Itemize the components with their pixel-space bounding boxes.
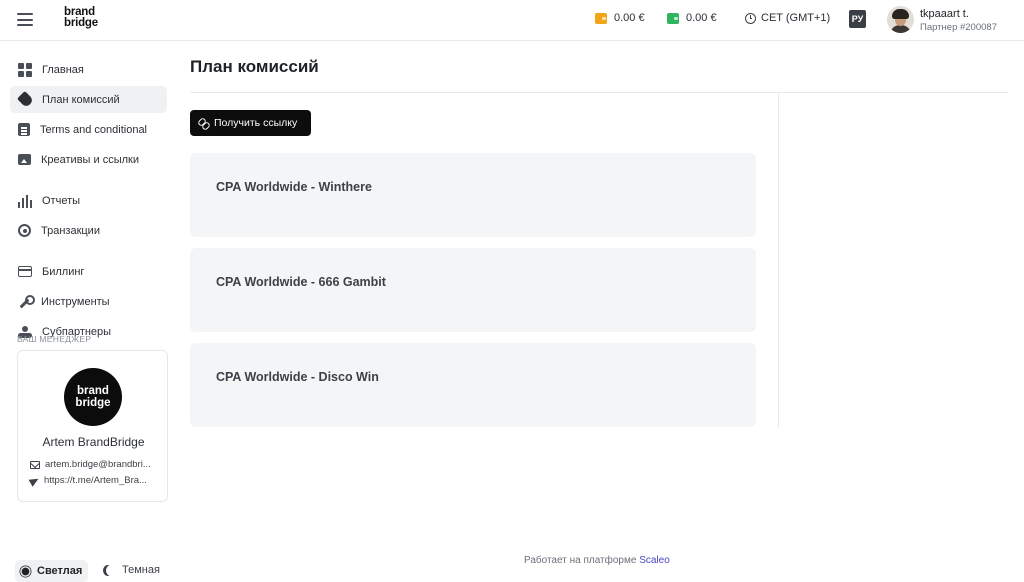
sidebar-item-terms[interactable]: Terms and conditional (10, 116, 167, 143)
footer: Работает на платформе Scaleo (524, 555, 670, 566)
wallet-balance-1[interactable]: 0.00 € (595, 12, 645, 24)
sidebar-item-label: Креативы и ссылки (41, 153, 139, 166)
manager-logo-line-2: bridge (75, 397, 111, 409)
sidebar-item-label: Главная (42, 63, 84, 76)
footer-text: Работает на платформе (524, 555, 637, 566)
credit-card-icon (18, 266, 32, 277)
manager-telegram-text: https://t.me/Artem_Bra... (44, 475, 147, 486)
plan-card[interactable]: CPA Worldwide - 666 Gambit (190, 248, 756, 332)
sidebar-item-creatives[interactable]: Креативы и ссылки (10, 146, 167, 173)
page-title: План комиссий (190, 57, 319, 76)
wallet-amount: 0.00 € (614, 12, 645, 24)
theme-dark-label: Темная (122, 564, 160, 576)
clock-icon (745, 12, 756, 24)
manager-logo: brand bridge (64, 368, 122, 426)
image-icon (18, 154, 31, 165)
user-partner-id: Партнер #200087 (920, 22, 997, 33)
document-icon (18, 123, 30, 136)
telegram-icon (28, 474, 41, 487)
menu-icon[interactable] (17, 13, 33, 26)
plan-card[interactable]: CPA Worldwide - Disco Win (190, 343, 756, 427)
get-link-button[interactable]: Получить ссылку (190, 110, 311, 136)
theme-light-button[interactable]: Светлая (15, 560, 89, 582)
get-link-label: Получить ссылку (214, 117, 298, 129)
sidebar-item-commission-plan[interactable]: План комиссий (10, 86, 167, 113)
plan-title: CPA Worldwide - Disco Win (216, 370, 379, 384)
language-switcher[interactable]: РУ (849, 10, 866, 28)
manager-email[interactable]: artem.bridge@brandbri... (30, 459, 151, 470)
mail-icon (30, 460, 40, 469)
top-header: brand bridge 0.00 € 0.00 € CET (GMT+1) Р… (0, 0, 1024, 41)
dashboard-icon (18, 62, 32, 77)
theme-light-label: Светлая (37, 565, 83, 577)
timezone-label: CET (GMT+1) (761, 12, 831, 24)
sidebar-item-label: Биллинг (42, 265, 85, 278)
sun-icon (21, 567, 30, 575)
plan-title: CPA Worldwide - 666 Gambit (216, 275, 386, 289)
brand-logo[interactable]: brand bridge (64, 6, 98, 29)
manager-telegram[interactable]: https://t.me/Artem_Bra... (28, 474, 147, 487)
wallet-amount: 0.00 € (686, 12, 717, 24)
bar-chart-icon (18, 194, 32, 208)
target-icon (18, 224, 31, 237)
sidebar-item-label: Отчеты (42, 194, 81, 207)
theme-dark-button[interactable]: Темная (103, 564, 160, 576)
wallet-icon (667, 12, 679, 24)
sidebar-item-label: Terms and conditional (40, 123, 148, 136)
plan-card[interactable]: CPA Worldwide - Winthere (190, 153, 756, 237)
sidebar-item-label: Транзакции (41, 224, 100, 237)
sidebar-item-transactions[interactable]: Транзакции (10, 217, 167, 244)
wallet-icon (595, 12, 607, 24)
sidebar-item-home[interactable]: Главная (10, 56, 167, 83)
manager-email-text: artem.bridge@brandbri... (45, 459, 151, 470)
timezone[interactable]: CET (GMT+1) (745, 12, 830, 24)
avatar[interactable] (887, 6, 914, 33)
manager-name: Artem BrandBridge (42, 435, 145, 449)
user-name[interactable]: tkpaaart t. (920, 8, 969, 20)
sidebar-item-label: План комиссий (42, 93, 120, 106)
divider (190, 92, 1008, 93)
link-icon (198, 118, 208, 128)
tag-icon (17, 90, 34, 108)
sidebar-item-tools[interactable]: Инструменты (10, 288, 167, 315)
wallet-balance-2[interactable]: 0.00 € (667, 12, 717, 24)
manager-section-label: ВАШ МЕНЕДЖЕР (17, 334, 92, 344)
scaleo-link[interactable]: Scaleo (639, 555, 670, 566)
plan-title: CPA Worldwide - Winthere (216, 180, 372, 194)
moon-icon (106, 565, 116, 576)
wrench-icon (18, 295, 35, 308)
sidebar-item-billing[interactable]: Биллинг (10, 258, 167, 285)
sidebar-item-reports[interactable]: Отчеты (10, 187, 167, 214)
sidebar-item-label: Инструменты (41, 295, 110, 308)
manager-logo-line-1: brand (77, 385, 109, 397)
manager-card: brand bridge Artem BrandBridge artem.bri… (17, 350, 168, 502)
divider (778, 93, 779, 428)
logo-line-2: bridge (64, 17, 98, 29)
